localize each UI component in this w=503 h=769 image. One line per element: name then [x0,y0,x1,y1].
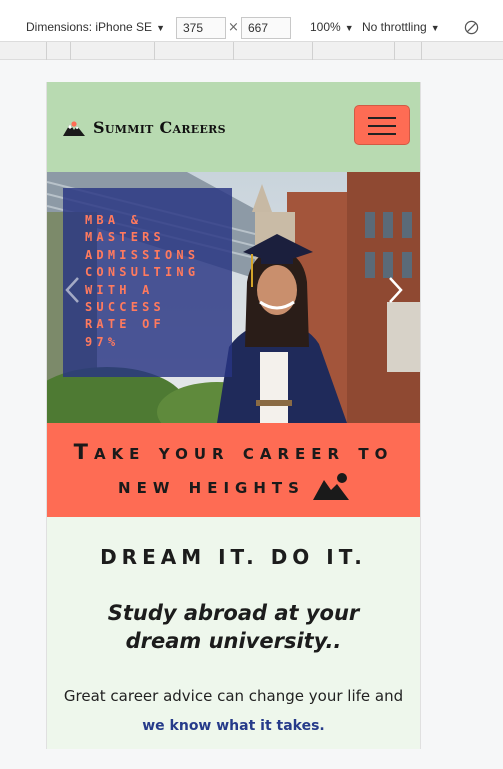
chevron-right-icon[interactable] [385,275,405,305]
media-query-ruler[interactable] [0,42,503,60]
subtitle-heading: Study abroad at your dream university.. [107,601,360,653]
intro-section: DREAM IT. DO IT. Study abroad at your dr… [47,517,420,749]
brand-link[interactable]: Summit Careers [63,118,226,137]
device-viewport: Summit Careers MBA & MASTERS ADMISSIONS … [46,82,421,749]
lead-paragraph: Great career advice can change your life… [47,681,420,741]
width-input[interactable]: 375 [176,17,226,39]
hero-caption: MBA & Masters admissions consulting with… [63,188,232,377]
hamburger-icon [368,117,396,119]
mountain-sun-icon [312,473,349,500]
hero-banner: Take your career to new heights [47,423,420,517]
device-select[interactable]: Dimensions: iPhone SE ▼ [26,20,165,34]
brand-name: Summit Careers [93,118,226,137]
zoom-label: 100% [310,20,341,34]
dropdown-caret-icon: ▼ [156,23,165,33]
throttling-select[interactable]: No throttling ▼ [362,20,440,34]
menu-toggle-button[interactable] [354,105,410,145]
next-paragraph: Our career coaches have years of trainin… [47,741,420,749]
banner-line-1: Take your career to [73,440,394,464]
banner-line-2: new heights [118,474,305,498]
rotate-icon[interactable] [464,20,479,35]
dropdown-caret-icon: ▼ [344,23,354,33]
hero-carousel: MBA & Masters admissions consulting with… [47,172,420,423]
devtools-toolbar: Dimensions: iPhone SE ▼ 375 × 667 100% ▼ N… [0,0,503,42]
chevron-left-icon[interactable] [63,275,83,305]
dropdown-caret-icon: ▼ [430,23,440,33]
throttling-label: No throttling [362,20,427,34]
lead-text: Great career advice can change your life… [63,687,404,705]
mountain-logo-icon [63,120,85,136]
banner-heading: Take your career to new heights [47,435,420,503]
hero-caption-text: MBA & Masters admissions consulting with… [85,213,200,349]
height-input[interactable]: 667 [241,17,291,39]
zoom-select[interactable]: 100% ▼ [310,20,354,34]
navbar: Summit Careers [47,82,420,172]
tagline-heading: DREAM IT. DO IT. [100,545,367,569]
device-label: Dimensions: iPhone SE [26,20,153,34]
lead-strong-text: we know what it takes. [142,718,325,734]
dimension-separator: × [228,20,239,35]
